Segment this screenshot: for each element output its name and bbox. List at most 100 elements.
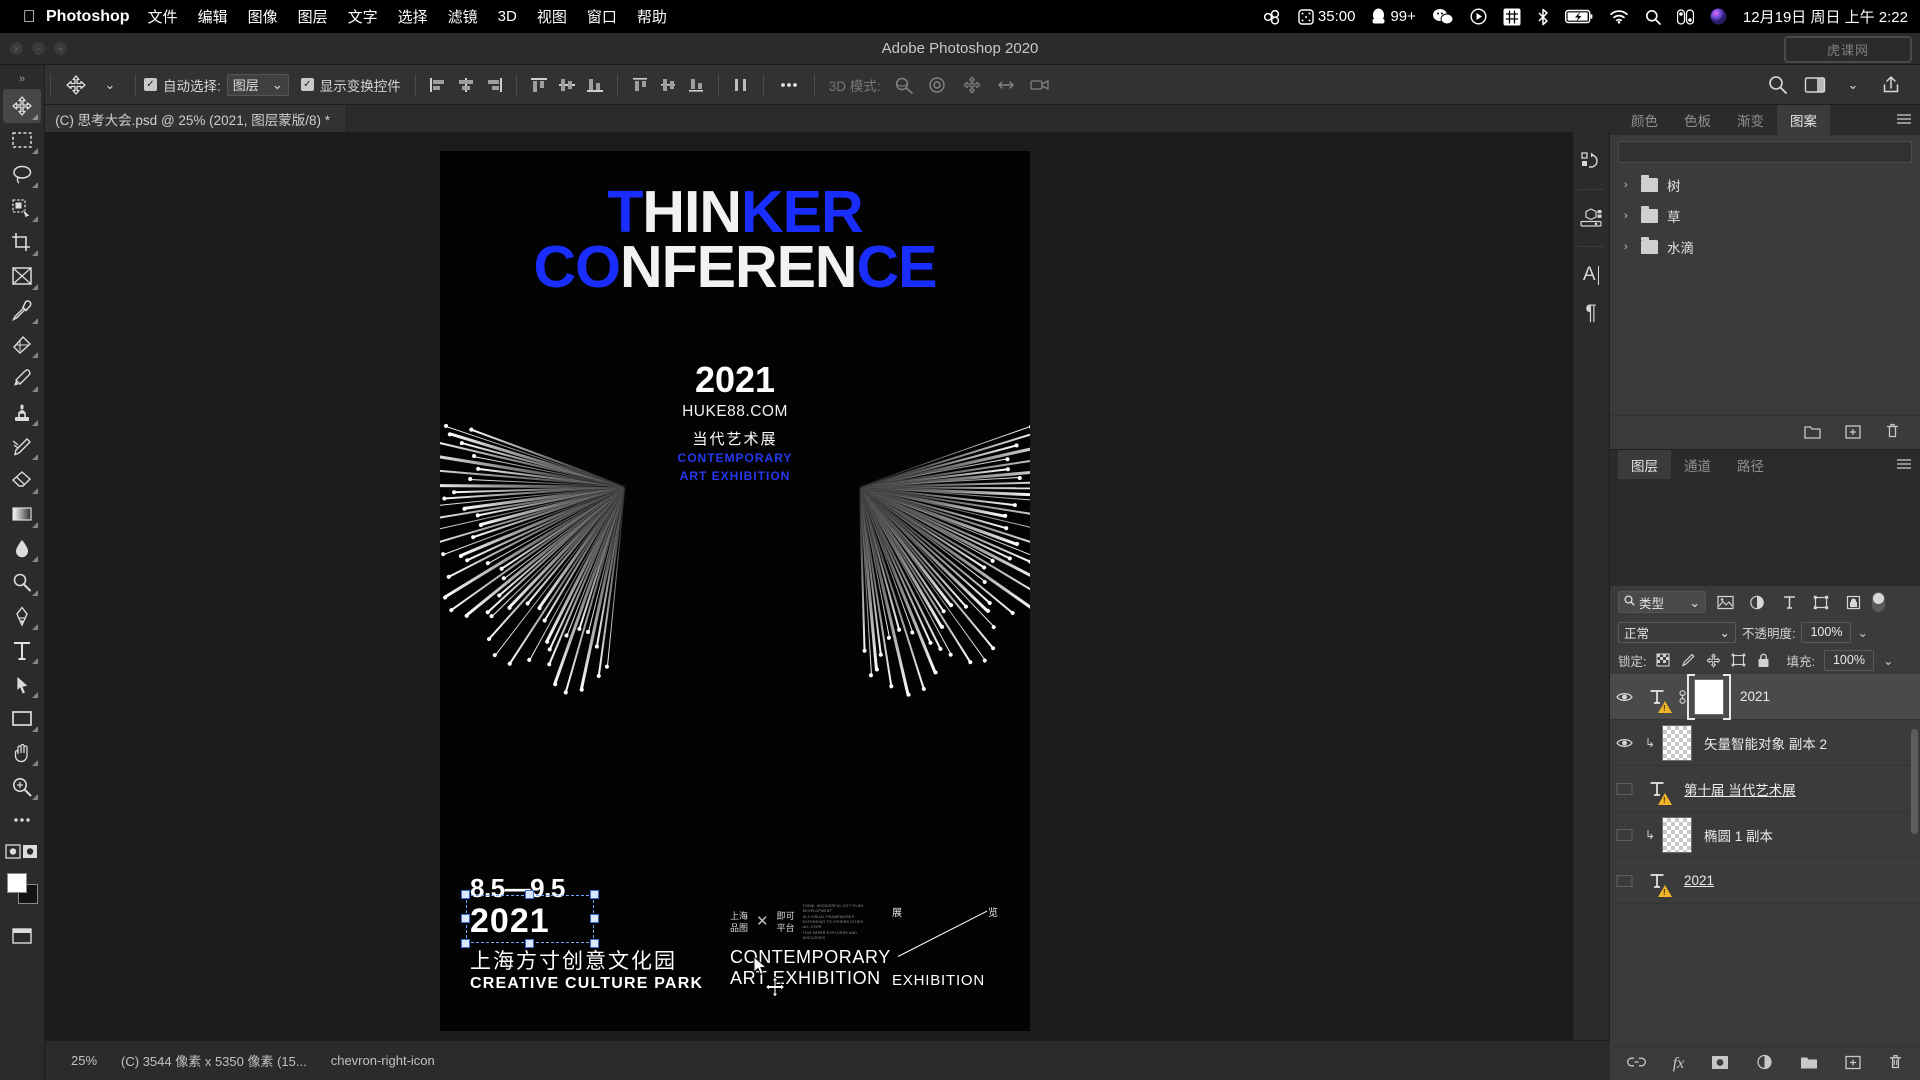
menu-item-type[interactable]: 文字 bbox=[348, 6, 378, 27]
handle-middle-left[interactable] bbox=[461, 914, 470, 923]
align-left-edges-icon[interactable] bbox=[424, 72, 452, 98]
handle-top-left[interactable] bbox=[461, 890, 470, 899]
cloud-sync-icon[interactable] bbox=[1262, 9, 1282, 25]
hand-tool[interactable] bbox=[3, 735, 41, 769]
workspace-icon[interactable] bbox=[1798, 70, 1832, 100]
new-pattern-icon[interactable] bbox=[1845, 424, 1861, 442]
quick-mask-toggle-icon[interactable] bbox=[3, 837, 41, 865]
lock-image-pixels-icon[interactable] bbox=[1680, 652, 1696, 668]
layer-filter-toggle[interactable] bbox=[1872, 592, 1885, 612]
lock-transparent-pixels-icon[interactable] bbox=[1655, 652, 1671, 668]
clone-stamp-tool[interactable] bbox=[3, 395, 41, 429]
artboard[interactable]: THINKER CONFERENCE 2021 HUKE88.COM 当代艺术展… bbox=[440, 151, 1030, 1031]
new-adjustment-layer-icon[interactable] bbox=[1756, 1054, 1773, 1073]
tab-swatches[interactable]: 色板 bbox=[1671, 105, 1724, 135]
layer-row[interactable]: ↳ 椭圆 1 副本 bbox=[1610, 812, 1920, 858]
qq-icon-group[interactable]: 99+ bbox=[1371, 8, 1416, 25]
menubar-clock[interactable]: 12月19日 周日 上午 2:22 bbox=[1743, 6, 1908, 27]
pattern-group-row[interactable]: › 树 bbox=[1610, 169, 1920, 200]
menu-item-layer[interactable]: 图层 bbox=[298, 6, 328, 27]
eyedropper-tool[interactable] bbox=[3, 293, 41, 327]
layer-row[interactable]: 2021 bbox=[1610, 858, 1920, 904]
battery-charging-icon[interactable] bbox=[1564, 9, 1593, 24]
gradient-tool[interactable] bbox=[3, 497, 41, 531]
layer-styles-fx-icon[interactable]: fx bbox=[1673, 1055, 1685, 1073]
tab-channels[interactable]: 通道 bbox=[1671, 450, 1724, 479]
share-icon[interactable] bbox=[1874, 70, 1908, 100]
layer-row[interactable]: 第十届 当代艺术展 bbox=[1610, 766, 1920, 812]
blur-tool[interactable] bbox=[3, 531, 41, 565]
spot-healing-brush-tool[interactable] bbox=[3, 327, 41, 361]
type-tool[interactable] bbox=[3, 633, 41, 667]
fill-stepper-chevron-icon[interactable]: ⌄ bbox=[1883, 653, 1893, 668]
menu-item-edit[interactable]: 编辑 bbox=[198, 6, 228, 27]
new-group-icon[interactable] bbox=[1800, 1055, 1818, 1073]
character-panel-icon[interactable]: A bbox=[1575, 258, 1607, 292]
panel-menu-icon[interactable] bbox=[1896, 458, 1912, 473]
delete-icon[interactable] bbox=[1885, 423, 1900, 442]
pattern-group-row[interactable]: › 水滴 bbox=[1610, 231, 1920, 262]
zoom-tool[interactable] bbox=[3, 769, 41, 803]
crop-tool[interactable] bbox=[3, 225, 41, 259]
apple-logo-icon[interactable]:  bbox=[12, 8, 46, 25]
zoom-level[interactable]: 25% bbox=[71, 1053, 97, 1068]
handle-top-center[interactable] bbox=[525, 890, 534, 899]
fill-value[interactable]: 100% bbox=[1823, 649, 1874, 671]
collapse-tools-icon[interactable]: » bbox=[3, 69, 41, 89]
handle-bottom-right[interactable] bbox=[590, 939, 599, 948]
history-actions-icon[interactable] bbox=[1575, 144, 1607, 178]
layer-name[interactable]: 第十届 当代艺术展 bbox=[1684, 779, 1796, 799]
tab-gradients[interactable]: 渐变 bbox=[1724, 105, 1777, 135]
menu-item-help[interactable]: 帮助 bbox=[637, 6, 667, 27]
media-play-icon[interactable] bbox=[1470, 8, 1487, 25]
layer-name[interactable]: 2021 bbox=[1740, 689, 1770, 704]
layer-visibility-toggle[interactable] bbox=[1610, 782, 1638, 795]
link-layers-icon[interactable] bbox=[1626, 1056, 1646, 1071]
menu-item-view[interactable]: 视图 bbox=[537, 6, 567, 27]
pan-3d-icon[interactable] bbox=[955, 70, 989, 100]
menu-item-image[interactable]: 图像 bbox=[248, 6, 278, 27]
menu-item-window[interactable]: 窗口 bbox=[587, 6, 617, 27]
document-tab[interactable]: × (C) 思考大会.psd @ 25% (2021, 图层蒙版/8) * bbox=[28, 105, 347, 132]
lasso-tool[interactable] bbox=[3, 157, 41, 191]
align-top-edges-icon[interactable] bbox=[525, 72, 553, 98]
slide-3d-icon[interactable] bbox=[989, 70, 1023, 100]
layer-row[interactable]: ↳ 矢量智能对象 副本 2 bbox=[1610, 720, 1920, 766]
filter-smart-object-icon[interactable] bbox=[1840, 591, 1866, 613]
active-app-name[interactable]: Photoshop bbox=[46, 8, 130, 26]
layer-thumbnail[interactable] bbox=[1662, 816, 1692, 853]
menu-item-file[interactable]: 文件 bbox=[148, 6, 178, 27]
camera-3d-icon[interactable] bbox=[1023, 70, 1057, 100]
wifi-icon[interactable] bbox=[1609, 9, 1629, 24]
brush-tool[interactable] bbox=[3, 361, 41, 395]
tab-colors[interactable]: 颜色 bbox=[1618, 105, 1671, 135]
layers-list-scrollbar[interactable] bbox=[1911, 729, 1918, 834]
handle-top-right[interactable] bbox=[590, 890, 599, 899]
chevron-right-icon[interactable]: › bbox=[1624, 179, 1632, 191]
path-selection-tool[interactable] bbox=[3, 667, 41, 701]
move-tool-icon[interactable] bbox=[59, 70, 93, 100]
panel-menu-icon[interactable] bbox=[1896, 113, 1912, 128]
control-center-icon[interactable] bbox=[1676, 8, 1694, 25]
menu-item-filter[interactable]: 滤镜 bbox=[448, 6, 478, 27]
bluetooth-icon[interactable] bbox=[1537, 8, 1549, 26]
layer-name[interactable]: 2021 bbox=[1684, 873, 1714, 888]
rectangular-marquee-tool[interactable] bbox=[3, 123, 41, 157]
move-tool[interactable] bbox=[3, 89, 41, 123]
tab-layers[interactable]: 图层 bbox=[1618, 450, 1671, 479]
add-layer-mask-icon[interactable] bbox=[1711, 1055, 1729, 1073]
layer-thumbnail[interactable] bbox=[1662, 724, 1692, 761]
chevron-down-icon[interactable]: ⌄ bbox=[1836, 70, 1870, 100]
lock-position-icon[interactable] bbox=[1705, 652, 1721, 668]
new-layer-icon[interactable] bbox=[1845, 1055, 1861, 1073]
spotlight-search-icon[interactable] bbox=[1645, 9, 1661, 25]
new-folder-icon[interactable] bbox=[1804, 424, 1821, 442]
chevron-right-icon[interactable]: › bbox=[1624, 241, 1632, 253]
filter-type-icon[interactable] bbox=[1776, 591, 1802, 613]
auto-select-checkbox[interactable]: ✓ bbox=[144, 78, 157, 91]
distribute-spacing-icon[interactable] bbox=[727, 72, 755, 98]
distribute-bottom-icon[interactable] bbox=[682, 72, 710, 98]
layer-visibility-toggle[interactable] bbox=[1610, 874, 1638, 887]
screen-mode-icon[interactable] bbox=[3, 919, 41, 953]
delete-layer-icon[interactable] bbox=[1888, 1054, 1903, 1073]
